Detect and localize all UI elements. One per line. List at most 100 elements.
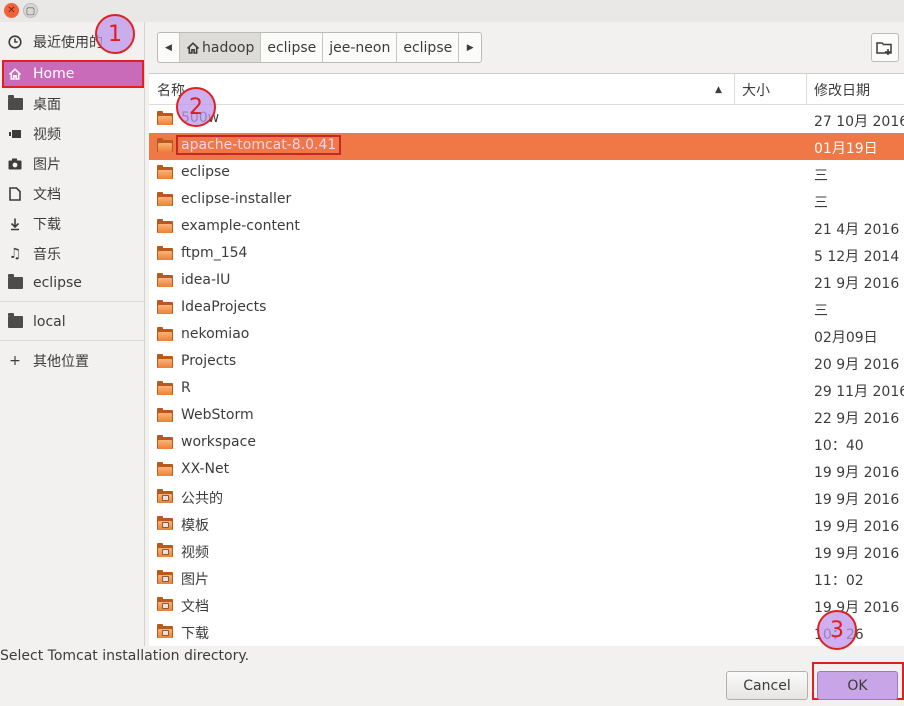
file-modified-date: 20 9月 2016: [814, 357, 900, 373]
file-modified-date: 10：40: [814, 438, 864, 454]
file-name: 文档: [181, 599, 209, 615]
camera-icon: [7, 156, 23, 172]
folder-icon: [157, 597, 173, 611]
sidebar-divider: [0, 340, 144, 341]
table-row[interactable]: 下载10：26: [149, 619, 904, 646]
sidebar-item-music[interactable]: ♫ 音乐: [0, 242, 145, 266]
folder-icon: [157, 354, 173, 368]
column-header-size[interactable]: 大小: [734, 74, 806, 105]
file-list-header: 名称 ▲ 大小 修改日期: [149, 74, 904, 105]
file-modified-date: 27 10月 2016: [814, 114, 904, 130]
sidebar-item-local[interactable]: local: [0, 310, 145, 334]
sidebar-item-other-locations[interactable]: + 其他位置: [0, 349, 145, 373]
table-row[interactable]: 文档 19 9月 2016: [149, 592, 904, 619]
path-scroll-right-button[interactable]: ▶: [459, 33, 481, 62]
folder-icon: [157, 408, 173, 422]
sidebar-item-label: 视频: [33, 127, 61, 143]
table-row[interactable]: IdeaProjects 三: [149, 295, 904, 322]
plus-icon: +: [9, 353, 21, 369]
sidebar-item-label: 下载: [33, 217, 61, 233]
folder-icon: [157, 111, 173, 125]
file-name: workspace: [181, 434, 256, 450]
folder-icon: [157, 300, 173, 314]
file-modified-date: 11：02: [814, 573, 864, 589]
table-row[interactable]: eclipse-installer 三: [149, 187, 904, 214]
path-crumb-jee-neon[interactable]: jee-neon: [323, 33, 398, 62]
path-crumb-hadoop[interactable]: hadoop: [180, 33, 262, 62]
table-row[interactable]: R 29 11月 2016: [149, 376, 904, 403]
path-crumb-eclipse-2[interactable]: eclipse: [397, 33, 460, 62]
path-crumb-label: hadoop: [202, 39, 255, 56]
cancel-button[interactable]: Cancel: [726, 671, 808, 700]
new-folder-button[interactable]: [871, 33, 899, 62]
file-name: WebStorm: [181, 407, 254, 423]
sidebar-item-pictures[interactable]: 图片: [0, 152, 145, 176]
table-row[interactable]: 图片 11：02: [149, 565, 904, 592]
folder-icon: [7, 313, 23, 330]
maximize-window-icon[interactable]: ▢: [23, 3, 38, 18]
file-name: example-content: [181, 218, 300, 234]
sidebar-item-desktop[interactable]: 桌面: [0, 92, 145, 116]
file-name: 下载: [181, 626, 209, 642]
table-row[interactable]: eclipse 三: [149, 160, 904, 187]
file-modified-date: 19 9月 2016: [814, 465, 900, 481]
file-modified-date: 02月09日: [814, 330, 878, 346]
table-row[interactable]: XX-Net 19 9月 2016: [149, 457, 904, 484]
table-row[interactable]: idea-IU 21 9月 2016: [149, 268, 904, 295]
sidebar-divider: [0, 301, 144, 302]
file-name: IdeaProjects: [181, 299, 267, 315]
folder-icon: [7, 274, 23, 291]
table-row[interactable]: 视频 19 9月 2016: [149, 538, 904, 565]
sort-ascending-icon: ▲: [715, 85, 722, 95]
sidebar-item-label: 文档: [33, 187, 61, 203]
path-crumb-eclipse[interactable]: eclipse: [261, 33, 324, 62]
file-name: 模板: [181, 518, 209, 534]
document-icon: [7, 186, 23, 202]
close-window-icon[interactable]: ✕: [4, 3, 19, 18]
table-row[interactable]: workspace 10：40: [149, 430, 904, 457]
sidebar-item-documents[interactable]: 文档: [0, 182, 145, 206]
file-name: eclipse-installer: [181, 191, 292, 207]
music-icon: ♫: [8, 246, 22, 262]
clock-icon: [7, 34, 23, 50]
status-message: Select Tomcat installation directory.: [0, 648, 250, 664]
file-list: 名称 ▲ 大小 修改日期 500w27 10月 2016apache-tomca…: [149, 73, 904, 646]
file-modified-date: 19 9月 2016: [814, 492, 900, 508]
folder-icon: [157, 435, 173, 449]
sidebar-item-label: 其他位置: [33, 354, 89, 370]
ok-button[interactable]: OK: [817, 671, 898, 700]
column-header-label: 修改日期: [814, 82, 870, 99]
file-modified-date: 三: [814, 303, 828, 319]
path-crumb-label: eclipse: [403, 39, 453, 56]
folder-icon: [157, 543, 173, 557]
file-modified-date: 19 9月 2016: [814, 519, 900, 535]
file-name: XX-Net: [181, 461, 230, 477]
table-row[interactable]: 模板 19 9月 2016: [149, 511, 904, 538]
sidebar-item-eclipse[interactable]: eclipse: [0, 271, 145, 295]
column-header-label: 大小: [742, 82, 770, 99]
file-name: 公共的: [181, 491, 223, 507]
column-header-modified[interactable]: 修改日期: [806, 74, 904, 105]
table-row[interactable]: 公共的 19 9月 2016: [149, 484, 904, 511]
sidebar-item-downloads[interactable]: 下载: [0, 212, 145, 236]
table-row[interactable]: example-content 21 4月 2016: [149, 214, 904, 241]
home-icon: [7, 66, 23, 82]
table-row[interactable]: apache-tomcat-8.0.41 01月19日: [149, 133, 904, 160]
sidebar-item-videos[interactable]: 视频: [0, 122, 145, 146]
folder-icon: [157, 246, 173, 260]
file-name: Projects: [181, 353, 237, 369]
path-scroll-left-button[interactable]: ◀: [158, 33, 180, 62]
sidebar-item-home[interactable]: Home: [2, 60, 144, 88]
table-row[interactable]: Projects 20 9月 2016: [149, 349, 904, 376]
table-row[interactable]: ftpm_154 5 12月 2014: [149, 241, 904, 268]
file-name: apache-tomcat-8.0.41: [175, 135, 342, 155]
table-row[interactable]: 500w27 10月 2016: [149, 106, 904, 133]
path-crumb-label: jee-neon: [329, 39, 391, 56]
download-icon: [7, 216, 23, 232]
table-row[interactable]: nekomiao 02月09日: [149, 322, 904, 349]
column-header-name[interactable]: 名称: [149, 74, 734, 105]
folder-icon: [157, 570, 173, 584]
file-modified-date: 三: [814, 168, 828, 184]
table-row[interactable]: WebStorm 22 9月 2016: [149, 403, 904, 430]
video-icon: [7, 126, 23, 142]
